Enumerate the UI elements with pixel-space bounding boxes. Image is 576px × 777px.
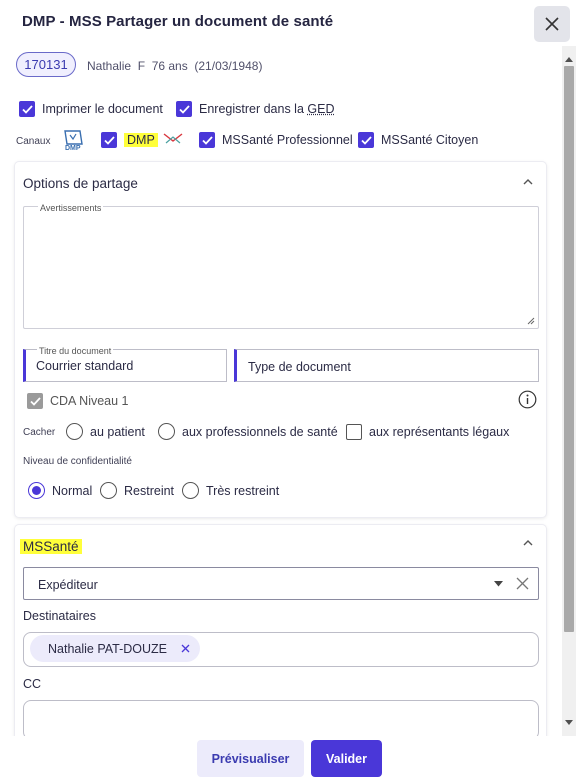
hide-professionals-label: aux professionnels de santé: [182, 424, 338, 439]
hide-patient-option[interactable]: au patient: [66, 423, 145, 440]
scroll-up-icon[interactable]: [565, 56, 573, 62]
close-button[interactable]: [534, 6, 570, 42]
mss-card: MSSanté Expéditeur Destinataires Nathali…: [15, 525, 546, 765]
confidentiality-very-restricted-label: Très restreint: [206, 483, 280, 498]
mss-title: MSSanté: [20, 539, 82, 554]
scroll-down-icon[interactable]: [565, 720, 573, 726]
cda-checkbox: [27, 393, 43, 409]
chevron-up-icon[interactable]: [521, 177, 535, 187]
resize-handle-icon[interactable]: [527, 317, 535, 325]
document-type-placeholder: Type de document: [248, 360, 351, 374]
confidentiality-very-restricted-radio[interactable]: [182, 482, 199, 499]
channel-dmp[interactable]: DMP: [101, 132, 158, 148]
cda-level-option: CDA Niveau 1: [27, 393, 129, 409]
confidentiality-restricted-label: Restreint: [124, 483, 175, 498]
mss-envelope-icon: [163, 133, 183, 144]
confidentiality-restricted-option[interactable]: Restreint: [100, 482, 174, 499]
check-icon: [201, 135, 213, 145]
recipients-label: Destinataires: [23, 609, 96, 623]
hide-patient-label: au patient: [90, 424, 145, 439]
check-icon: [360, 135, 372, 145]
hide-representatives-option[interactable]: aux représentants légaux: [346, 424, 509, 440]
recipient-chip-label: Nathalie PAT-DOUZE: [48, 641, 168, 656]
recipient-chip[interactable]: Nathalie PAT-DOUZE: [30, 635, 201, 662]
hide-patient-radio[interactable]: [66, 423, 83, 440]
close-icon: [545, 17, 559, 31]
hide-representatives-checkbox[interactable]: [346, 424, 362, 440]
channel-mss-pro[interactable]: MSSanté Professionnel: [199, 132, 353, 148]
mss-pro-label: MSSanté Professionnel: [222, 133, 353, 147]
save-ged-option[interactable]: Enregistrer dans la GED: [176, 101, 334, 117]
hide-professionals-option[interactable]: aux professionnels de santé: [158, 423, 338, 440]
sharing-options-title: Options de partage: [23, 176, 138, 191]
sender-placeholder: Expéditeur: [38, 578, 98, 592]
check-icon: [178, 104, 190, 114]
document-type-field[interactable]: Type de document: [234, 349, 539, 382]
print-label: Imprimer le document: [42, 102, 163, 116]
dropdown-arrow-icon[interactable]: [494, 581, 503, 587]
print-option[interactable]: Imprimer le document: [19, 101, 163, 117]
warnings-textarea[interactable]: Avertissements: [23, 203, 539, 329]
confidentiality-normal-option[interactable]: Normal: [28, 482, 92, 499]
save-ged-label-prefix: Enregistrer dans la: [199, 102, 308, 116]
cda-label: CDA Niveau 1: [50, 394, 129, 408]
confidentiality-restricted-radio[interactable]: [100, 482, 117, 499]
cc-field[interactable]: [23, 700, 539, 740]
info-icon[interactable]: [518, 390, 537, 409]
remove-recipient-icon[interactable]: [181, 644, 190, 653]
cc-label: CC: [23, 677, 42, 691]
warnings-label: Avertissements: [38, 203, 104, 213]
dmp-checkbox[interactable]: [101, 132, 117, 148]
dialog-title: DMP - MSS Partager un document de santé: [22, 13, 334, 30]
check-icon: [29, 396, 41, 406]
mss-pro-checkbox[interactable]: [199, 132, 215, 148]
dmp-logo-icon: DMP: [62, 130, 86, 154]
document-title-label: Titre du document: [37, 346, 114, 356]
save-ged-label-ged: GED: [307, 102, 335, 116]
check-icon: [103, 135, 115, 145]
save-ged-checkbox[interactable]: [176, 101, 192, 117]
sharing-options-card: Options de partage Avertissements Titre …: [15, 162, 546, 517]
dmp-logo-text: DMP: [65, 145, 81, 152]
print-checkbox[interactable]: [19, 101, 35, 117]
validate-button[interactable]: Valider: [311, 740, 382, 777]
confidentiality-normal-radio[interactable]: [28, 482, 45, 499]
save-ged-label: Enregistrer dans la GED: [199, 102, 334, 116]
confidentiality-very-restricted-option[interactable]: Très restreint: [182, 482, 279, 499]
dmp-label: DMP: [124, 133, 158, 147]
mss-citizen-checkbox[interactable]: [358, 132, 374, 148]
clear-icon[interactable]: [516, 577, 529, 590]
hide-label: Cacher: [23, 427, 56, 438]
confidentiality-label: Niveau de confidentialité: [23, 456, 132, 467]
mss-citizen-label: MSSanté Citoyen: [381, 133, 479, 147]
hide-representatives-label: aux représentants légaux: [369, 425, 510, 439]
patient-id-badge[interactable]: 170131: [16, 52, 76, 77]
check-icon: [21, 104, 33, 114]
document-title-field[interactable]: Titre du document Courrier standard: [23, 346, 227, 382]
sender-select[interactable]: Expéditeur: [23, 567, 539, 600]
patient-info: Nathalie F 76 ans (21/03/1948): [87, 59, 263, 73]
document-title-value: Courrier standard: [36, 359, 134, 373]
confidentiality-normal-label: Normal: [52, 483, 93, 498]
channel-mss-citizen[interactable]: MSSanté Citoyen: [358, 132, 478, 148]
chevron-up-icon[interactable]: [521, 538, 535, 548]
hide-professionals-radio[interactable]: [158, 423, 175, 440]
scrollbar-thumb[interactable]: [564, 66, 574, 632]
preview-button[interactable]: Prévisualiser: [197, 740, 304, 777]
channels-label: Canaux: [16, 136, 51, 147]
